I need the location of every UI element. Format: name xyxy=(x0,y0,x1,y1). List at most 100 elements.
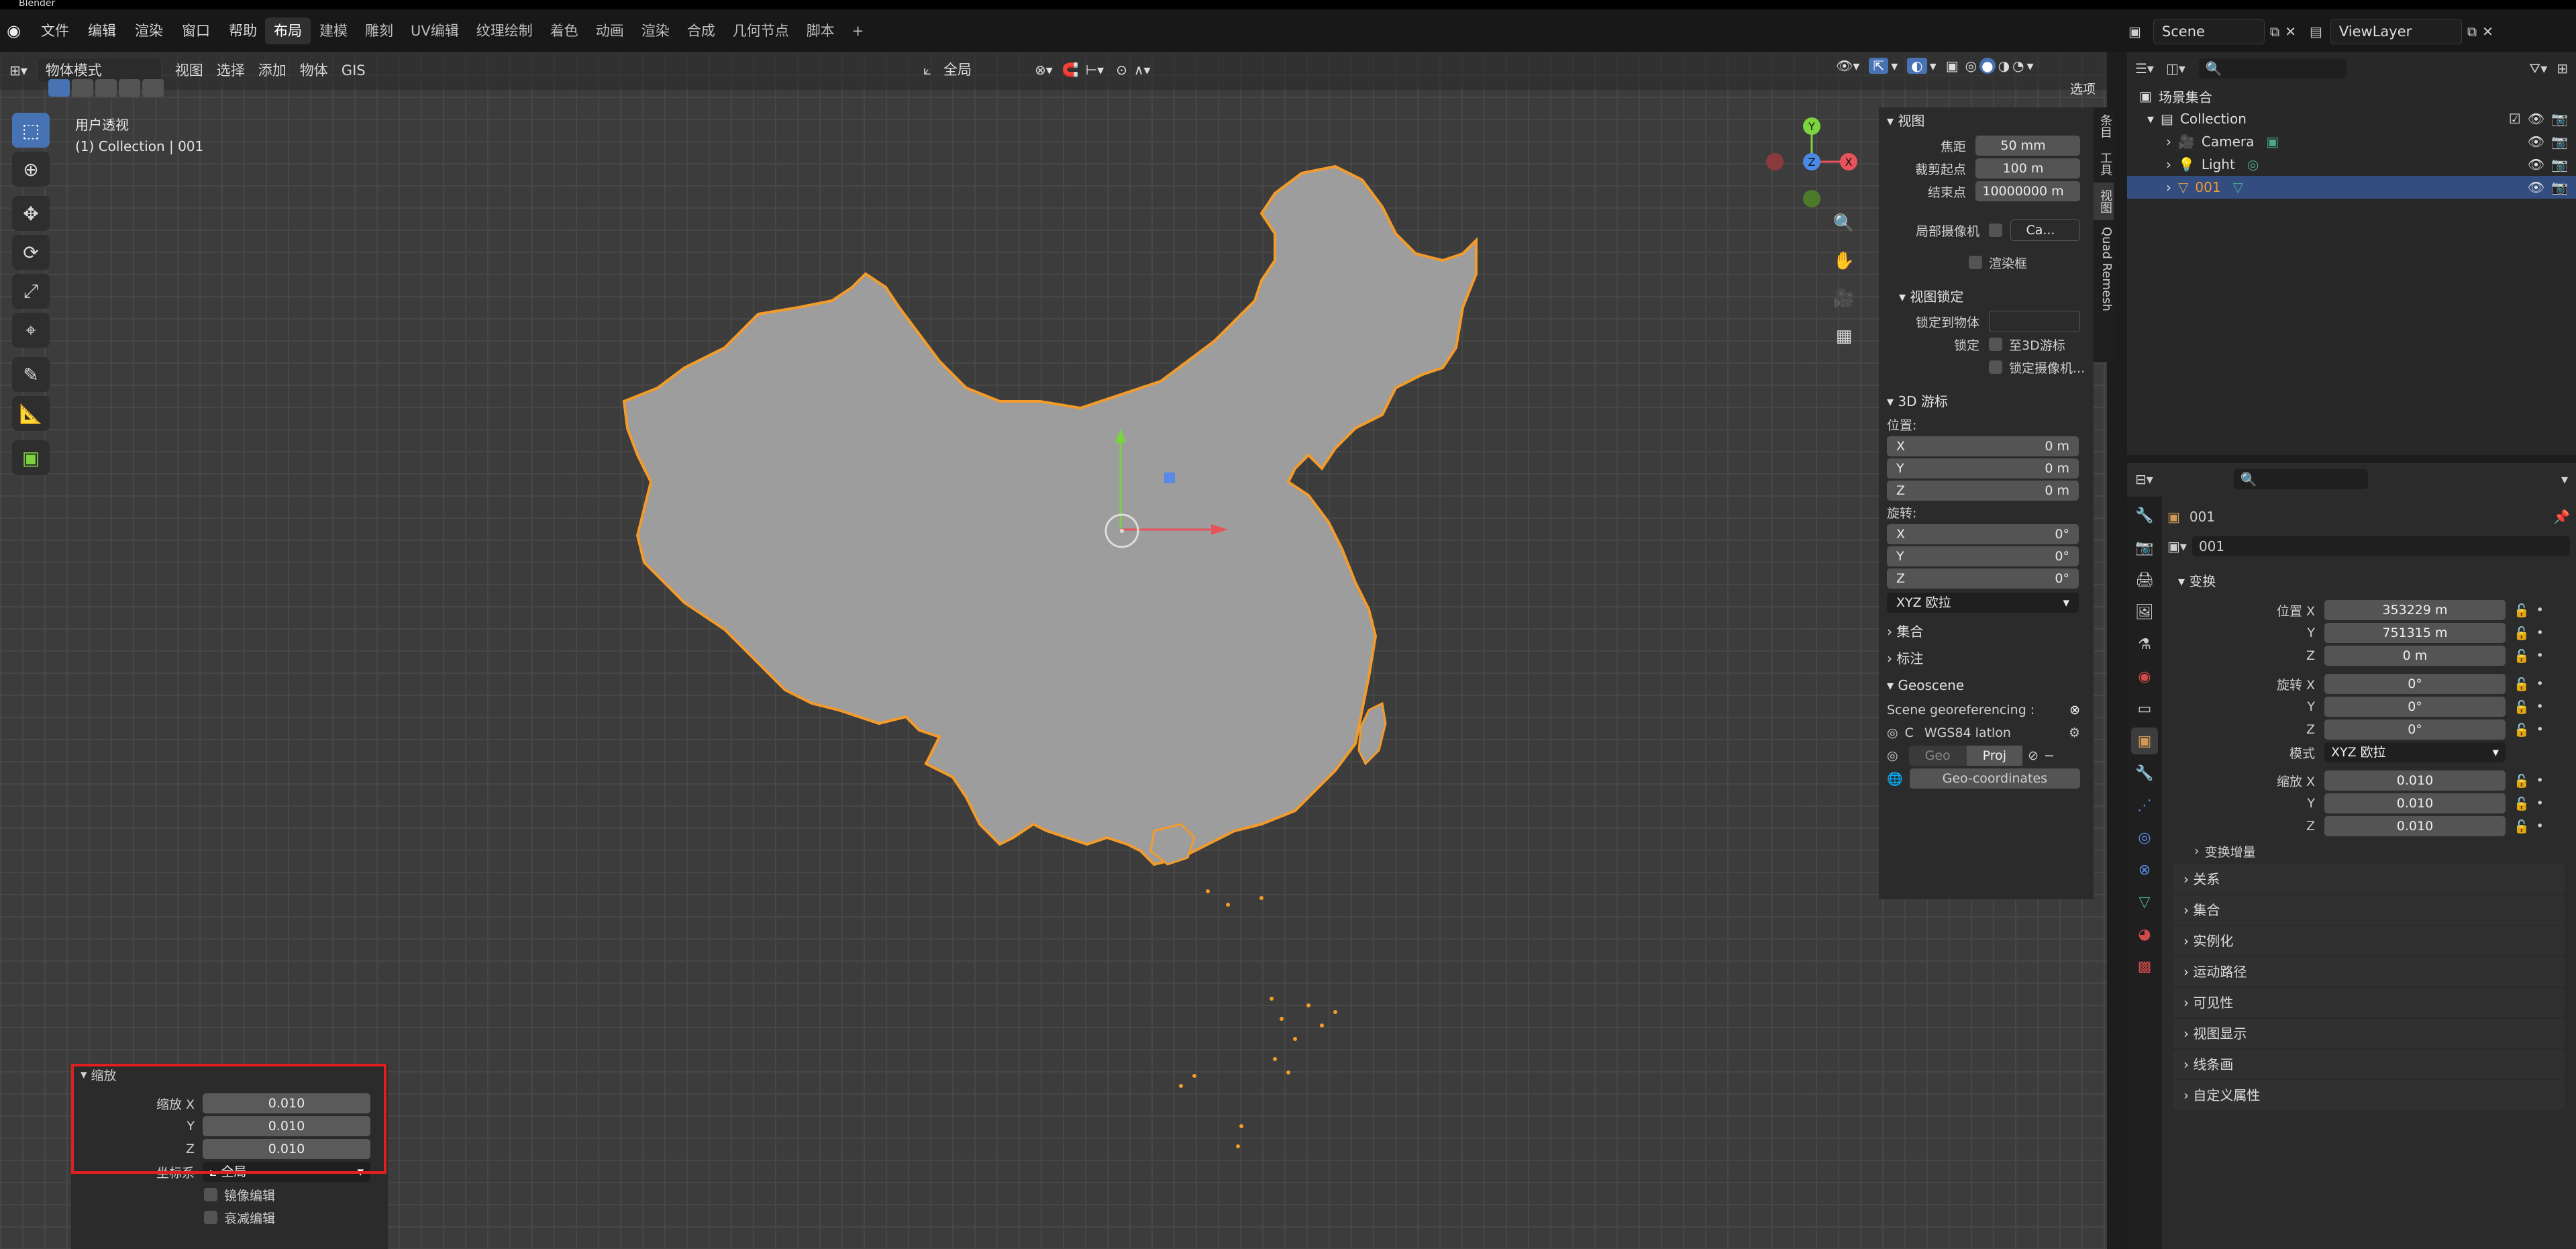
options-button[interactable]: 选项 xyxy=(2070,79,2096,97)
snap-target-icon[interactable]: ⊢▾ xyxy=(1086,62,1104,78)
tab-shading[interactable]: 着色 xyxy=(542,17,587,44)
lock-icon[interactable]: 🔓 xyxy=(2514,626,2530,641)
rotation-mode-dropdown[interactable]: XYZ 欧拉 ▾ xyxy=(2324,742,2506,762)
lock-icon[interactable]: 🔓 xyxy=(2514,722,2530,738)
keyframe-dot-icon[interactable]: • xyxy=(2536,603,2544,617)
render-tab-icon[interactable]: 📷 xyxy=(2131,534,2158,561)
move-tool-icon[interactable]: ✥ xyxy=(12,196,50,231)
cursor-panel-header[interactable]: ▾ 3D 游标 xyxy=(1879,388,2094,415)
annotation-panel-header[interactable]: › 标注 xyxy=(1879,645,2094,672)
overlay-dropdown-icon[interactable]: ▾ xyxy=(1930,58,1937,74)
rotate-tool-icon[interactable]: ⟳ xyxy=(12,235,50,270)
render-camera-icon[interactable]: 📷 xyxy=(2551,134,2568,150)
keyframe-dot-icon[interactable]: • xyxy=(2536,773,2544,788)
scene-tab-icon[interactable]: ⚗ xyxy=(2131,631,2158,658)
blender-logo-icon[interactable]: ◉ xyxy=(7,21,21,40)
location-x-field[interactable]: 353229 m xyxy=(2324,600,2506,620)
navigation-gizmo[interactable]: Y Z X xyxy=(1766,117,1857,207)
view-layer-tab-icon[interactable]: 🖼 xyxy=(2131,599,2158,626)
menu-add[interactable]: 添加 xyxy=(252,58,293,83)
cursor-rotation-mode[interactable]: XYZ 欧拉 ▾ xyxy=(1887,593,2079,613)
tab-quad-remesh[interactable]: Quad Remesh xyxy=(2094,220,2114,318)
object-001-row[interactable]: › ▽ 001 ▽ 👁 📷 xyxy=(2127,176,2576,199)
geo-radio-icon[interactable]: ◎ xyxy=(1887,748,1898,763)
tab-animation[interactable]: 动画 xyxy=(587,17,633,44)
clip-start-field[interactable]: 100 m xyxy=(1975,158,2080,179)
motion-paths-section[interactable]: › 运动路径 xyxy=(2173,957,2565,987)
tab-texture-paint[interactable]: 纹理绘制 xyxy=(468,17,542,44)
rotation-z-field[interactable]: 0° xyxy=(2324,719,2506,740)
lock-icon[interactable]: 🔓 xyxy=(2514,648,2530,664)
orientation-selector[interactable]: 全局 xyxy=(935,58,1025,82)
transform-tool-icon[interactable]: ⌖ xyxy=(12,313,50,348)
menu-edit[interactable]: 编辑 xyxy=(79,17,125,44)
geo-coordinates-button[interactable]: Geo-coordinates xyxy=(1909,768,2080,789)
lock-icon[interactable]: 🔓 xyxy=(2514,819,2530,834)
remove-viewlayer-icon[interactable]: ✕ xyxy=(2482,23,2493,40)
visibility-eye-icon[interactable]: 👁 xyxy=(2528,111,2544,127)
lock-icon[interactable]: 🔓 xyxy=(2514,677,2530,692)
collection-panel-header[interactable]: › 集合 xyxy=(1879,618,2094,645)
cursor-rot-x[interactable]: X 0° xyxy=(1887,524,2079,544)
world-tab-icon[interactable]: ◉ xyxy=(2131,663,2158,690)
zoom-icon[interactable]: 🔍 xyxy=(1829,213,1859,243)
object-name-field[interactable]: 001 xyxy=(2192,536,2570,556)
scene-icon[interactable]: ▣ xyxy=(2128,23,2141,40)
proj-link-icon[interactable]: ⊘ xyxy=(2028,748,2039,763)
cursor-rot-z[interactable]: Z 0° xyxy=(1887,568,2079,589)
keyframe-dot-icon[interactable]: • xyxy=(2536,819,2544,834)
wireframe-shading-icon[interactable]: ◎ xyxy=(1965,58,1977,74)
view-lock-header[interactable]: ▾ 视图锁定 xyxy=(1879,283,2094,310)
relations-section[interactable]: › 关系 xyxy=(2173,864,2565,894)
local-camera-checkbox[interactable] xyxy=(1989,223,2002,237)
expand-arrow-icon[interactable]: ▾ xyxy=(2147,111,2154,127)
tab-view[interactable]: 视图 xyxy=(2094,183,2114,220)
texture-tab-icon[interactable]: ▩ xyxy=(2131,953,2158,980)
render-camera-icon[interactable]: 📷 xyxy=(2551,179,2568,195)
lock-icon[interactable]: 🔓 xyxy=(2514,796,2530,811)
overlay-toggle-icon[interactable]: ◐ xyxy=(1907,58,1927,74)
geo-tab[interactable]: Geo xyxy=(1908,746,1967,766)
mirror-edit-checkbox[interactable] xyxy=(204,1188,217,1201)
remove-scene-icon[interactable]: ✕ xyxy=(2285,23,2296,40)
viewlayer-icon[interactable]: ▤ xyxy=(2310,23,2322,40)
render-region-checkbox[interactable] xyxy=(1969,256,1982,269)
select-tool-icon[interactable]: ⬚ xyxy=(12,113,50,148)
line-art-section[interactable]: › 线条画 xyxy=(2173,1050,2565,1079)
falloff-icon[interactable]: ∧▾ xyxy=(1134,62,1151,78)
lock-icon[interactable]: 🔓 xyxy=(2514,699,2530,715)
tool-tab-icon[interactable]: 🔧 xyxy=(2131,502,2158,529)
menu-render[interactable]: 渲染 xyxy=(125,17,172,44)
cursor-loc-z[interactable]: Z 0 m xyxy=(1887,481,2079,501)
object-tab-icon[interactable]: ▣ xyxy=(2131,728,2158,754)
scale-z-field[interactable]: 0.010 xyxy=(2324,816,2506,836)
collection-row[interactable]: ▾ ▤ Collection ☑ 👁 📷 xyxy=(2127,107,2576,130)
tab-sculpting[interactable]: 雕刻 xyxy=(356,17,402,44)
visibility-icon[interactable]: 👁▾ xyxy=(1836,58,1859,74)
proportional-edit-icon[interactable]: ⊙ xyxy=(1116,62,1127,78)
keyframe-dot-icon[interactable]: • xyxy=(2536,796,2544,811)
select-extend-icon[interactable] xyxy=(72,79,93,97)
lock-icon[interactable]: 🔓 xyxy=(2514,603,2530,618)
menu-help[interactable]: 帮助 xyxy=(219,17,266,44)
select-new-icon[interactable] xyxy=(48,79,70,97)
properties-search-input[interactable]: 🔍 xyxy=(2233,469,2368,489)
cursor-tool-icon[interactable]: ⊕ xyxy=(12,152,50,187)
filter-icon[interactable]: ⛛▾ xyxy=(2529,60,2547,77)
camera-row[interactable]: › 🎥 Camera ▣ 👁 📷 xyxy=(2127,130,2576,153)
cursor-rot-y[interactable]: Y 0° xyxy=(1887,546,2079,566)
menu-view[interactable]: 视图 xyxy=(168,58,210,83)
data-tab-icon[interactable]: ▽ xyxy=(2131,889,2158,915)
location-y-field[interactable]: 751315 m xyxy=(2324,623,2506,643)
pan-hand-icon[interactable]: ✋ xyxy=(1829,251,1859,281)
tab-uv-editing[interactable]: UV编辑 xyxy=(402,17,468,44)
custom-properties-section[interactable]: › 自定义属性 xyxy=(2173,1081,2565,1110)
delta-transform-header[interactable]: › 变换增量 xyxy=(2167,838,2570,864)
add-cube-tool-icon[interactable]: ▣ xyxy=(12,440,50,475)
rendered-shading-icon[interactable]: ◔ xyxy=(2012,58,2024,74)
menu-object[interactable]: 物体 xyxy=(293,58,335,83)
collection-checkbox[interactable]: ☑ xyxy=(2509,111,2521,127)
rotation-y-field[interactable]: 0° xyxy=(2324,697,2506,717)
pivot-icon[interactable]: ⊗▾ xyxy=(1035,62,1053,78)
xray-icon[interactable]: ▣ xyxy=(1946,58,1959,74)
